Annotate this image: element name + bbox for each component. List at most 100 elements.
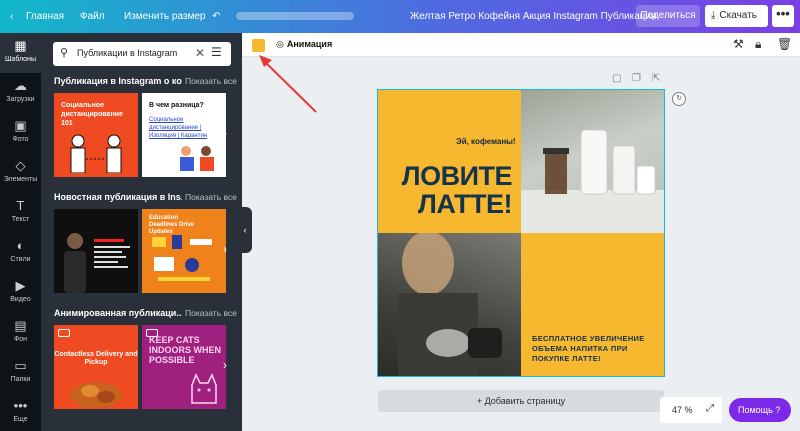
rail-item-elements[interactable]: ◇ Элементы (0, 153, 41, 193)
background-icon: ▤ (14, 318, 27, 333)
copy-page-icon[interactable]: ❐ (632, 73, 641, 84)
animation-button[interactable]: ◎ Анимация (276, 39, 332, 50)
food-photo (70, 382, 122, 408)
show-all-link[interactable]: Показать все (185, 76, 237, 86)
template-thumb[interactable]: KEEP CATS INDOORS WHEN POSSIBLE (142, 325, 226, 409)
photo-icon: ▣ (14, 118, 27, 133)
design-title[interactable]: Желтая Ретро Кофейня Акция Instagram Пуб… (410, 0, 657, 33)
thumb-text: В чем разница? (149, 102, 204, 109)
rail-item-background[interactable]: ▤ Фон (0, 313, 41, 353)
rail-item-uploads[interactable]: ☁ Загрузки (0, 73, 41, 113)
rail-item-styles[interactable]: ◐ Стили (0, 233, 41, 273)
chevron-right-icon[interactable]: › (223, 358, 227, 372)
chevron-left-icon[interactable]: ‹ (10, 0, 13, 33)
rail-item-text[interactable]: T Текст (0, 193, 41, 233)
section-header: Публикация в Instagram о ко... Показать … (54, 76, 237, 88)
template-thumb[interactable]: В чем разница? Социальное дистанцировани… (142, 93, 226, 177)
barista-photo[interactable] (378, 233, 521, 376)
template-thumb[interactable]: Contactless Delivery and Pickup (54, 325, 138, 409)
thumb-text: Социальное дистанцирование 101 (61, 102, 123, 127)
filter-icon[interactable]: ☰ (211, 45, 222, 59)
more-button[interactable]: ••• (772, 5, 794, 27)
section-title: Публикация в Instagram о ко... (54, 76, 182, 86)
templates-panel: ⚲ Публикации в Instagram ✕ ☰ Публикация … (41, 33, 242, 431)
rail-item-video[interactable]: ▶ Видео (0, 273, 41, 313)
rail-label: Еще (13, 416, 28, 423)
download-button[interactable]: ⤓ Скачать (705, 5, 768, 27)
animation-icon: ◎ (276, 39, 284, 49)
rail-label: Фон (13, 336, 28, 343)
cat-illustration (191, 373, 217, 404)
canvas-toolbar: ◎ Анимация ⚒ 🔒︎ 🗑︎ (242, 33, 800, 57)
resize-menu[interactable]: Изменить размер (124, 0, 205, 33)
template-thumb[interactable]: Education Deadlines Drive Updates (142, 209, 226, 293)
rail-item-folders[interactable]: ▭ Папки (0, 353, 41, 393)
chevron-right-icon[interactable]: › (223, 126, 227, 140)
help-button[interactable]: Помощь ? (729, 398, 791, 422)
zoom-value[interactable]: 47 % (672, 405, 693, 415)
download-label: Скачать (719, 10, 757, 21)
people-illustration (70, 134, 122, 173)
section-title: Анимированная публикаци... (54, 308, 182, 318)
search-input[interactable]: Публикации в Instagram (77, 48, 177, 58)
share-button[interactable]: Поделиться (636, 5, 700, 27)
rail-label: Текст (11, 216, 30, 223)
promo-text[interactable]: БЕСПЛАТНОЕ УВЕЛИЧЕНИЕ ОБЪЕМА НАПИТКА ПРИ… (532, 334, 658, 364)
comment-icon[interactable]: ↻ (672, 92, 686, 106)
text-icon: T (16, 198, 25, 213)
note-icon[interactable]: ▢ (612, 73, 621, 84)
palette-icon: ◐ (16, 238, 25, 253)
template-thumb[interactable] (54, 209, 138, 293)
zoom-control[interactable]: 47 % ⤢ (660, 397, 722, 423)
download-icon: ⤓ (711, 10, 716, 21)
more-icon: ••• (13, 398, 28, 413)
text-lines (94, 239, 130, 268)
fullscreen-icon[interactable]: ⤢ (706, 403, 714, 414)
search-box[interactable]: ⚲ Публикации в Instagram ✕ ☰ (53, 42, 231, 66)
rail-label: Стили (10, 256, 31, 263)
rail-label: Папки (10, 376, 31, 383)
headline-text[interactable]: ЛОВИТЕ ЛАТТЕ! (390, 162, 513, 218)
thumb-text: Contactless Delivery and Pickup (54, 351, 138, 366)
rail-label: Шаблоны (5, 56, 36, 63)
video-icon: ▶ (15, 278, 26, 293)
rail-item-photos[interactable]: ▣ Фото (0, 113, 41, 153)
rail-label: Элементы (3, 176, 38, 183)
file-menu[interactable]: Файл (80, 0, 105, 33)
greeting-text[interactable]: Эй, кофеманы! (456, 137, 516, 146)
paint-roller-icon[interactable]: ⚒ (733, 37, 744, 51)
rail-item-more[interactable]: ••• Еще (0, 393, 41, 431)
rail-label: Фото (12, 136, 29, 143)
elements-icon: ◇ (15, 158, 26, 173)
show-all-link[interactable]: Показать все (185, 308, 237, 318)
saved-status-blurred (236, 12, 354, 20)
top-bar: ‹ Главная Файл Изменить размер ↶ Желтая … (0, 0, 800, 33)
add-page-button[interactable]: + Добавить страницу (378, 390, 664, 412)
milk-jugs-illustration (521, 129, 664, 233)
chevron-right-icon[interactable]: › (223, 242, 227, 256)
add-page-icon[interactable]: ⇱ (652, 73, 660, 84)
thumb-subtext: Социальное дистанцирование | Изоляция | … (149, 117, 208, 139)
search-icon: ⚲ (60, 47, 69, 59)
rail-item-templates[interactable]: ▦ Шаблоны (0, 33, 41, 73)
home-link[interactable]: Главная (26, 0, 64, 33)
show-all-link[interactable]: Показать все (185, 192, 237, 202)
animated-badge-icon (58, 329, 70, 337)
barista-illustration (398, 233, 502, 376)
clear-icon[interactable]: ✕ (195, 46, 205, 60)
design-canvas[interactable]: Эй, кофеманы! ЛОВИТЕ ЛАТТЕ! БЕСПЛАТНОЕ У… (377, 89, 665, 377)
collapse-panel-button[interactable]: ‹ (238, 207, 252, 253)
lock-icon[interactable]: 🔒︎ (755, 37, 761, 52)
stationery-illustration (152, 235, 212, 281)
rail-label: Видео (10, 296, 31, 303)
section-header: Анимированная публикаци... Показать все (54, 308, 237, 320)
person-photo (64, 233, 86, 293)
templates-icon: ▦ (14, 38, 27, 53)
color-swatch[interactable] (252, 39, 265, 52)
section-title: Новостная публикация в Ins... (54, 192, 182, 202)
trash-icon[interactable]: 🗑︎ (777, 37, 792, 51)
undo-icon[interactable]: ↶ (212, 0, 220, 33)
people-illustration (180, 146, 214, 171)
template-thumb[interactable]: Социальное дистанцирование 101 (54, 93, 138, 177)
coffee-photo[interactable] (521, 90, 664, 233)
